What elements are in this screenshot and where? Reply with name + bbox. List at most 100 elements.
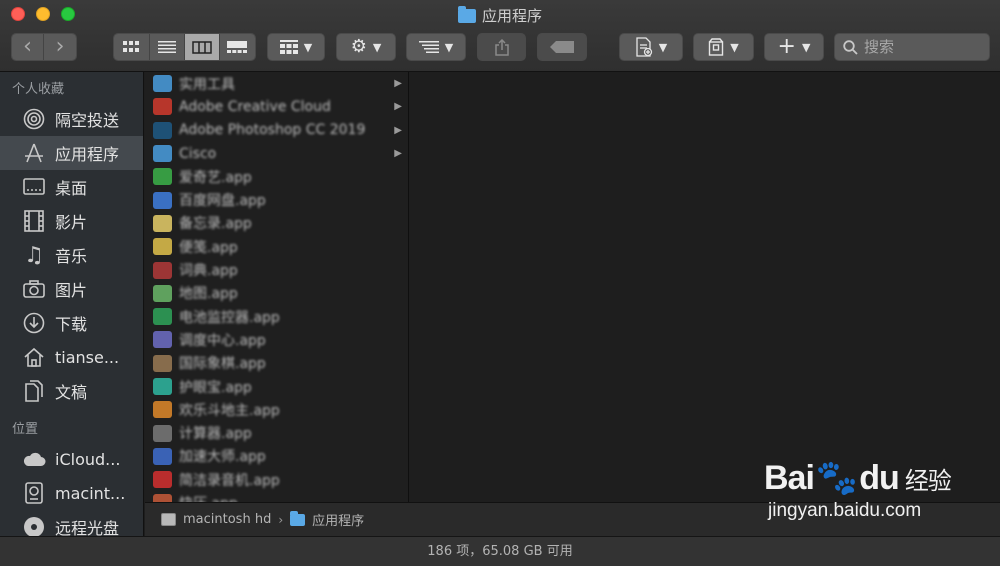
file-row[interactable]: 计算器.app xyxy=(145,421,408,444)
search-input[interactable] xyxy=(864,38,974,56)
sidebar-item-locations-0[interactable]: iCloud... xyxy=(0,442,143,476)
desktop-icon xyxy=(22,175,46,199)
file-name: 欢乐斗地主.app xyxy=(179,402,280,419)
group-button[interactable]: ▼ xyxy=(267,33,325,61)
title-bar: 应用程序 ‹ › ▼ ⚙ ▼ ▼ ▼ ▼ + ▼ 搜索 xyxy=(0,0,1000,72)
file-name: 加速大师.app xyxy=(179,449,266,466)
tag-icon xyxy=(550,41,574,53)
film-icon xyxy=(22,209,46,233)
file-name: 词典.app xyxy=(179,263,238,280)
gallery-view-button[interactable] xyxy=(219,34,255,60)
sidebar-item-favorites-4[interactable]: ♫ 音乐 xyxy=(0,238,143,272)
favorites-list: 隔空投送应用程序桌面 影片 ♫ 音乐 图片 下载 tianse... 文稿 xyxy=(0,102,143,408)
add-button[interactable]: + ▼ xyxy=(764,33,824,61)
sidebar-item-favorites-1[interactable]: 应用程序 xyxy=(0,136,143,170)
file-name: 国际象棋.app xyxy=(179,356,266,373)
back-button[interactable]: ‹ xyxy=(12,34,45,60)
package-icon xyxy=(709,38,724,56)
applications-folder-icon xyxy=(457,5,476,23)
app-icon xyxy=(153,238,172,256)
sidebar-item-locations-1[interactable]: macint... xyxy=(0,476,143,510)
app-icon xyxy=(153,308,172,326)
file-row[interactable]: 地图.app xyxy=(145,282,408,305)
file-row[interactable]: Adobe Creative Cloud ▶ xyxy=(145,95,408,118)
folder-icon xyxy=(153,98,172,116)
file-row[interactable]: 护眼宝.app xyxy=(145,375,408,398)
forward-button[interactable]: › xyxy=(44,34,76,60)
file-row[interactable]: 词典.app xyxy=(145,258,408,281)
app-icon xyxy=(153,168,172,186)
app-icon xyxy=(153,424,172,442)
new-document-button[interactable]: ▼ xyxy=(619,33,683,61)
file-row[interactable]: 调度中心.app xyxy=(145,328,408,351)
action-menu-button[interactable]: ⚙ ▼ xyxy=(336,33,396,61)
sidebar-item-favorites-2[interactable]: 桌面 xyxy=(0,170,143,204)
baidu-jingyan-watermark: Bai 🐾 du 经验 jingyan.baidu.com xyxy=(764,458,954,548)
app-icon xyxy=(153,494,172,502)
path-folder[interactable]: 应用程序 xyxy=(312,510,364,529)
app-icon xyxy=(153,191,172,209)
file-row[interactable]: 百度网盘.app xyxy=(145,188,408,211)
new-document-icon xyxy=(636,37,652,57)
chevron-left-icon: ‹ xyxy=(23,34,32,59)
columns-icon xyxy=(192,40,212,54)
sidebar-item-favorites-7[interactable]: tianse... xyxy=(0,340,143,374)
app-icon xyxy=(153,401,172,419)
applications-icon xyxy=(22,141,46,165)
gallery-icon xyxy=(227,41,248,53)
folder-icon xyxy=(153,145,172,163)
file-row[interactable]: 加速大师.app xyxy=(145,445,408,468)
watermark-brand-cn: 经验 xyxy=(904,467,952,495)
file-row[interactable]: 电池监控器.app xyxy=(145,305,408,328)
hard-disk-icon xyxy=(161,513,176,526)
sidebar-item-label: 隔空投送 xyxy=(55,111,120,130)
window-title-text: 应用程序 xyxy=(481,7,542,25)
icon-view-button[interactable] xyxy=(114,34,150,60)
column-view-button[interactable] xyxy=(185,34,220,60)
sidebar-item-favorites-3[interactable]: 影片 xyxy=(0,204,143,238)
documents-icon xyxy=(22,379,46,403)
file-row[interactable]: 备忘录.app xyxy=(145,212,408,235)
file-row[interactable]: 欢乐斗地主.app xyxy=(145,398,408,421)
share-button[interactable] xyxy=(477,33,526,61)
sidebar-item-favorites-8[interactable]: 文稿 xyxy=(0,374,143,408)
file-name: 调度中心.app xyxy=(179,332,266,349)
folder-icon xyxy=(153,75,172,93)
music-icon: ♫ xyxy=(24,242,44,268)
file-row[interactable]: 简洁录音机.app xyxy=(145,468,408,491)
locations-header: 位置 xyxy=(12,422,39,437)
file-column: 实用工具 ▶ Adobe Creative Cloud ▶ Adobe Photosho… xyxy=(145,72,409,502)
app-icon xyxy=(153,471,172,489)
arrange-button[interactable]: ▼ xyxy=(406,33,466,61)
file-row[interactable]: Cisco ▶ xyxy=(145,142,408,165)
file-row[interactable]: 爱奇艺.app xyxy=(145,165,408,188)
sidebar-item-favorites-5[interactable]: 图片 xyxy=(0,272,143,306)
tag-button[interactable] xyxy=(537,33,587,61)
file-row[interactable]: Adobe Photoshop CC 2019 ▶ xyxy=(145,119,408,142)
path-disk[interactable]: macintosh hd xyxy=(183,512,271,527)
disclosure-arrow-icon: ▶ xyxy=(394,148,402,160)
chevron-down-icon: ▼ xyxy=(658,40,668,54)
list-view-button[interactable] xyxy=(149,34,185,60)
app-icon xyxy=(153,378,172,395)
folder-icon xyxy=(153,121,172,139)
chevron-down-icon: ▼ xyxy=(372,40,382,54)
file-row[interactable]: 快压.app xyxy=(145,491,408,502)
favorites-header: 个人收藏 xyxy=(12,82,65,97)
file-row[interactable]: 国际象棋.app xyxy=(145,352,408,375)
chevron-right-icon: › xyxy=(55,34,65,59)
file-name: Cisco xyxy=(179,145,217,162)
window-title: 应用程序 xyxy=(0,5,1000,26)
sidebar-item-favorites-6[interactable]: 下载 xyxy=(0,306,143,340)
watermark-logo: Bai 🐾 du 经验 xyxy=(764,458,954,498)
sidebar-item-label: macint... xyxy=(55,483,126,503)
app-icon xyxy=(153,261,172,279)
file-name: 快压.app xyxy=(179,493,238,502)
sidebar-item-favorites-0[interactable]: 隔空投送 xyxy=(0,102,143,136)
file-row[interactable]: 实用工具 ▶ xyxy=(145,72,408,95)
file-row[interactable]: 便笺.app xyxy=(145,235,408,258)
search-field[interactable] xyxy=(834,33,990,61)
sidebar-item-label: 应用程序 xyxy=(55,145,120,164)
package-button[interactable]: ▼ xyxy=(693,33,754,61)
file-name: Adobe Photoshop CC 2019 xyxy=(179,122,366,139)
